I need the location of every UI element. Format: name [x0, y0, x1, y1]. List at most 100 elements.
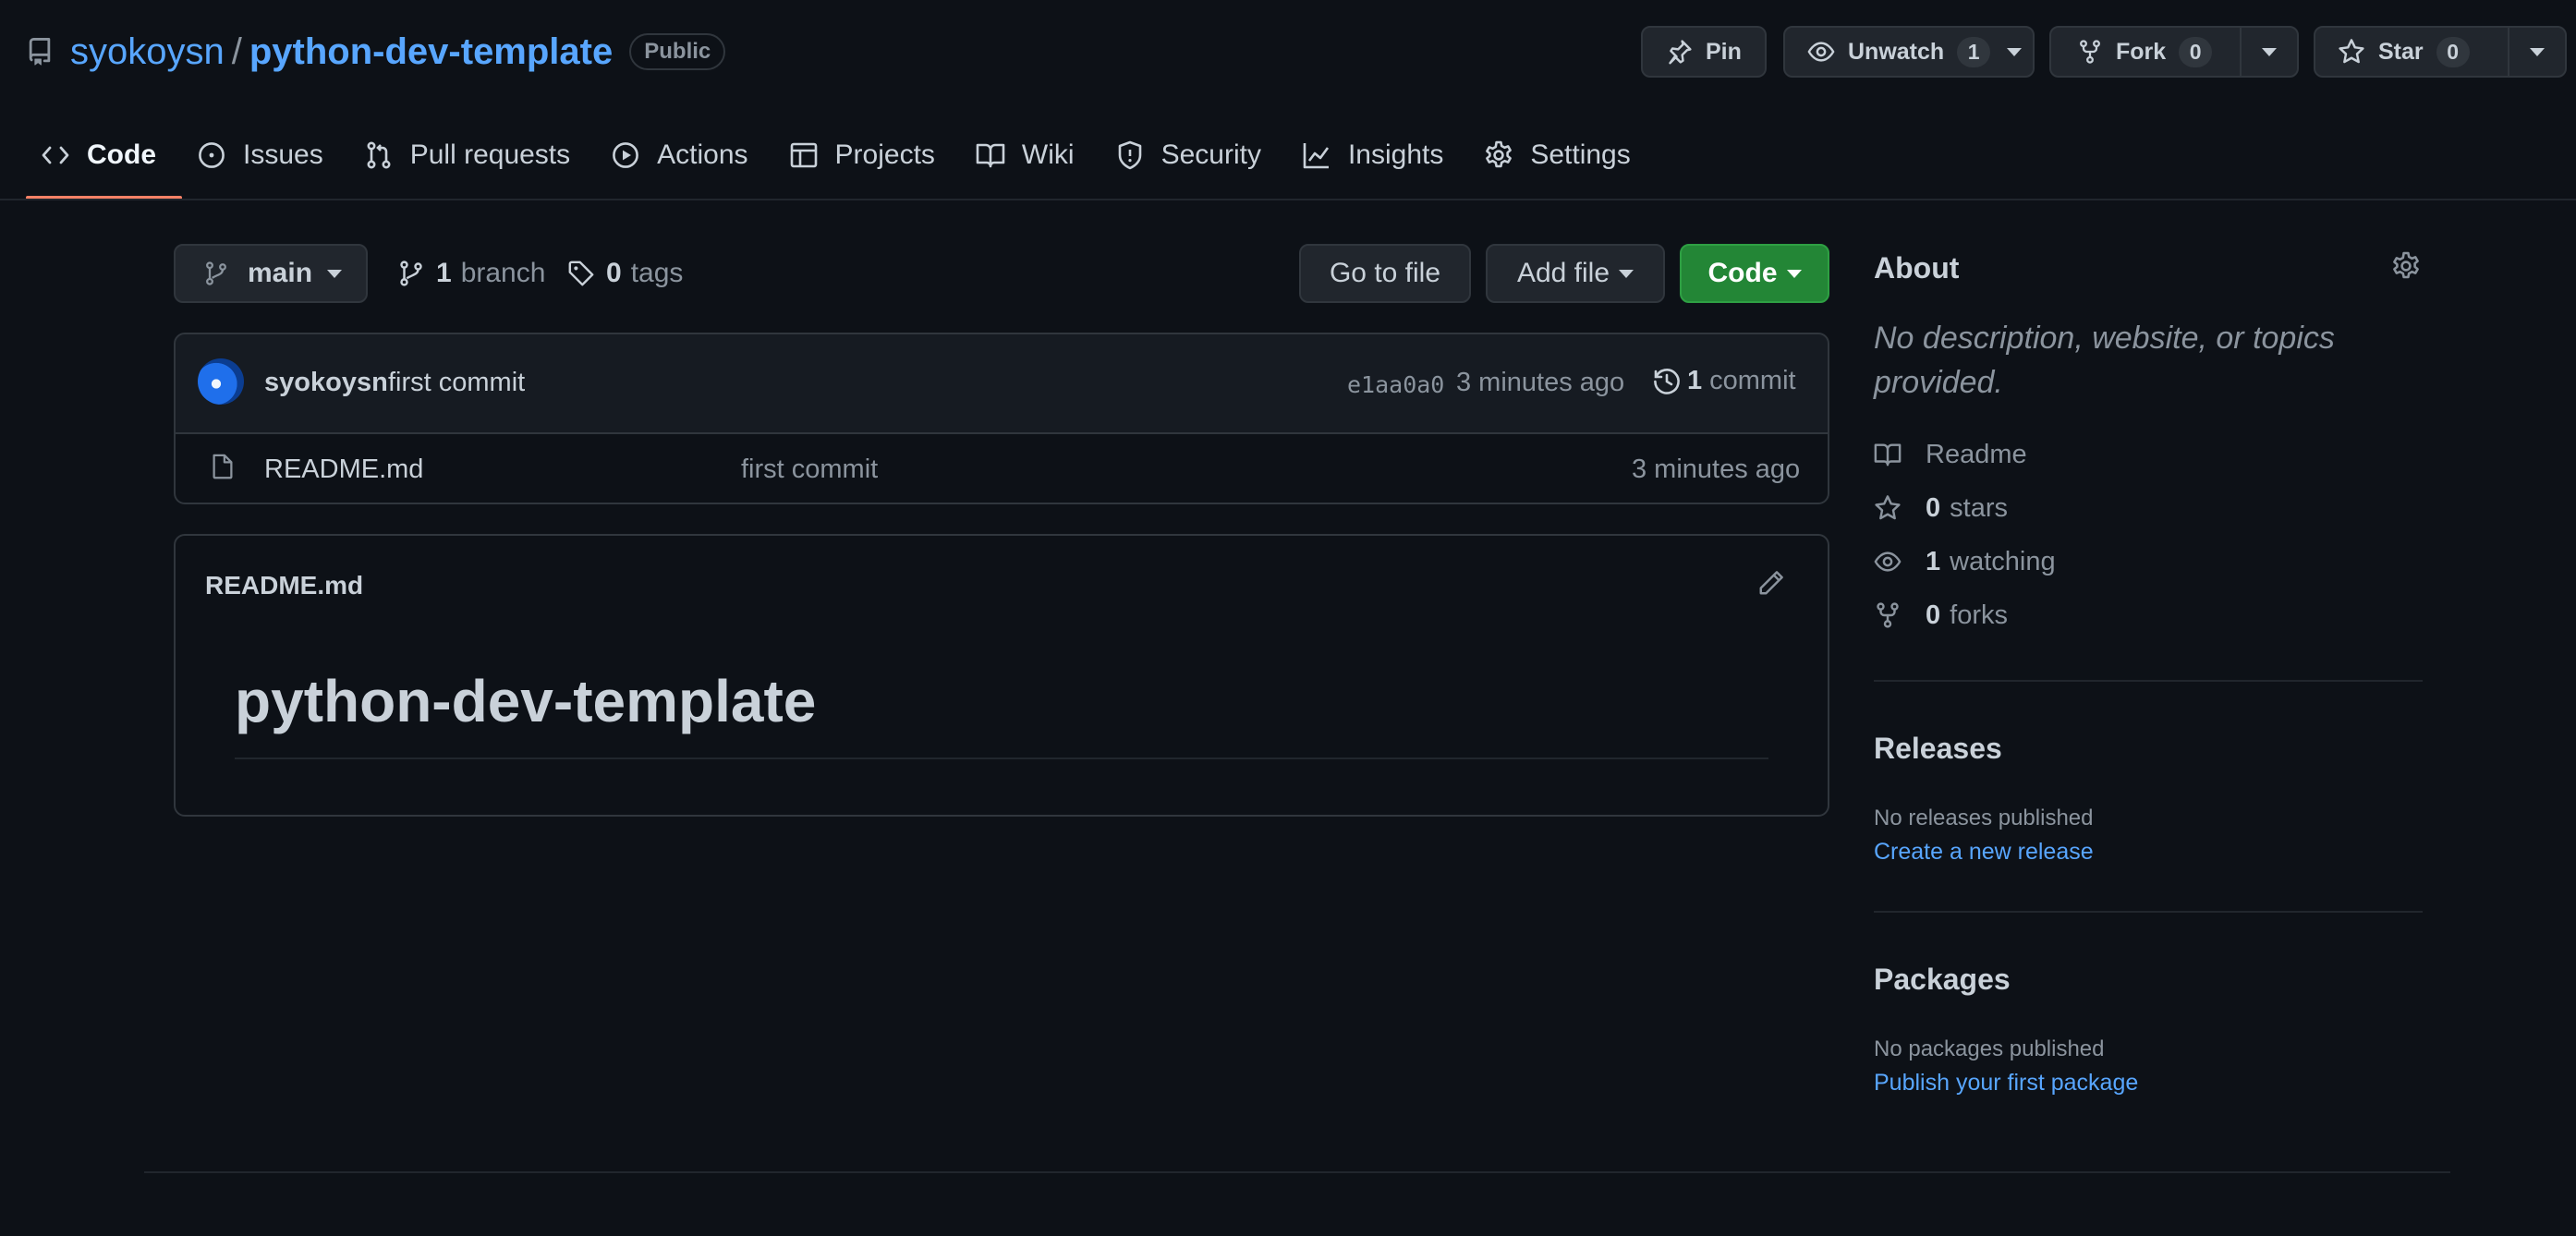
eye-icon	[1807, 42, 1835, 62]
tab-code[interactable]: Code	[26, 122, 182, 200]
tab-label: Pull requests	[409, 139, 571, 170]
go-to-file-button[interactable]: Go to file	[1299, 244, 1471, 303]
file-icon	[213, 454, 233, 479]
star-label: Star	[2378, 38, 2424, 65]
tab-projects[interactable]: Projects	[774, 122, 961, 188]
shield-icon	[1118, 140, 1141, 170]
branch-count: 1	[436, 258, 452, 288]
gear-icon[interactable]	[2391, 251, 2421, 281]
fork-dropdown[interactable]	[2240, 28, 2277, 76]
stars-link[interactable]: 0 stars	[1874, 490, 2008, 527]
readme-link[interactable]: Readme	[1874, 436, 2027, 473]
tag-icon	[568, 261, 594, 286]
forks-link[interactable]: 0 forks	[1874, 597, 2008, 634]
unwatch-button[interactable]: Unwatch 1	[1783, 26, 2035, 78]
fork-icon	[2080, 40, 2100, 64]
commit-history-link[interactable]: 1 commit	[1652, 366, 1796, 396]
readme-divider	[235, 757, 1768, 759]
code-button[interactable]: Code	[1680, 244, 1829, 303]
tab-insights[interactable]: Insights	[1287, 122, 1469, 188]
commit-count: 1	[1687, 366, 1703, 395]
fork-icon	[1877, 602, 1899, 628]
tab-label: Issues	[243, 139, 323, 170]
chevron-down-icon	[327, 269, 343, 278]
forks-count: 0	[1926, 600, 1941, 630]
branch-icon	[400, 261, 422, 286]
commit-sha-link[interactable]: e1aa0a0	[1347, 371, 1444, 398]
watchers-counter: 1	[1957, 36, 1991, 67]
star-dropdown[interactable]	[2508, 28, 2545, 76]
repo-name-link[interactable]: python-dev-template	[249, 31, 613, 73]
releases-empty-text: No releases published	[1874, 806, 2094, 830]
chevron-down-icon[interactable]	[2007, 47, 2023, 56]
pin-button[interactable]: Pin	[1641, 26, 1767, 78]
branch-name: main	[248, 258, 313, 288]
tab-wiki[interactable]: Wiki	[961, 122, 1100, 188]
code-label: Code	[1707, 258, 1778, 288]
tab-pull-requests[interactable]: Pull requests	[349, 122, 596, 188]
branch-select-button[interactable]: main	[174, 244, 368, 303]
footer-divider	[144, 1171, 2450, 1173]
about-description: No description, website, or topics provi…	[1874, 321, 2335, 400]
branches-link[interactable]: 1 branch	[397, 244, 545, 303]
tab-label: Actions	[657, 139, 748, 170]
create-release-link[interactable]: Create a new release	[1874, 839, 2094, 866]
star-icon	[1875, 495, 1901, 520]
book-icon	[1874, 443, 1902, 467]
about-heading: About	[1874, 251, 1960, 285]
star-button-group: Star 0	[2314, 26, 2567, 78]
tab-label: Projects	[834, 139, 935, 170]
history-icon	[1654, 368, 1680, 394]
packages-empty-text: No packages published	[1874, 1036, 2105, 1061]
avatar[interactable]	[198, 358, 244, 405]
fork-label: Fork	[2116, 38, 2167, 65]
readme-panel: README.md python-dev-template	[174, 534, 1829, 817]
watching-link[interactable]: 1 watching	[1874, 543, 2056, 580]
tabs-divider	[0, 199, 2576, 200]
tab-issues[interactable]: Issues	[182, 122, 349, 188]
tab-label: Insights	[1347, 139, 1444, 170]
stars-count: 0	[1926, 492, 1941, 523]
readme-label: Readme	[1926, 439, 2027, 469]
tab-label: Wiki	[1021, 139, 1075, 170]
tag-label: tags	[630, 258, 684, 288]
chevron-down-icon	[1786, 269, 1802, 278]
tags-link[interactable]: 0 tags	[567, 244, 683, 303]
stars-label: stars	[1950, 492, 2008, 523]
tab-label: Settings	[1530, 139, 1631, 170]
readme-filename-link[interactable]: README.md	[205, 571, 363, 600]
code-icon	[42, 146, 69, 164]
repo-owner-link[interactable]: syokoysn	[70, 31, 225, 73]
releases-heading[interactable]: Releases	[1874, 732, 2002, 766]
packages-heading[interactable]: Packages	[1874, 963, 2011, 997]
watching-label: watching	[1950, 546, 2056, 576]
table-row: README.md first commit 3 minutes ago	[174, 432, 1829, 504]
commit-author-link[interactable]: syokoysn	[264, 368, 388, 398]
fork-button-group: Fork 0	[2049, 26, 2299, 78]
tab-label: Security	[1160, 139, 1261, 170]
fork-button[interactable]: Fork 0	[2051, 28, 2240, 76]
latest-commit-bar: syokoysn first commit e1aa0a0 3 minutes …	[174, 333, 1829, 434]
repo-icon	[29, 38, 51, 66]
visibility-badge: Public	[629, 33, 726, 70]
issue-icon	[199, 142, 225, 168]
add-file-button[interactable]: Add file	[1486, 244, 1665, 303]
file-name-link[interactable]: README.md	[264, 454, 423, 485]
chevron-down-icon	[2262, 47, 2277, 56]
repo-header: syokoysn / python-dev-template Public	[26, 26, 726, 78]
file-commit-time: 3 minutes ago	[1632, 454, 1801, 484]
commit-time: 3 minutes ago	[1456, 368, 1625, 397]
eye-icon	[1874, 551, 1902, 572]
pencil-icon[interactable]	[1757, 569, 1785, 597]
tab-security[interactable]: Security	[1100, 122, 1287, 188]
chevron-down-icon	[2530, 47, 2545, 56]
repo-tabs: Code Issues Pull requests Actions Projec…	[26, 122, 1657, 200]
tab-actions[interactable]: Actions	[596, 122, 773, 188]
pin-icon	[1669, 40, 1692, 65]
publish-package-link[interactable]: Publish your first package	[1874, 1070, 2138, 1097]
file-commit-message-link[interactable]: first commit	[741, 454, 878, 485]
table-icon	[790, 142, 817, 168]
tab-settings[interactable]: Settings	[1469, 122, 1656, 188]
commit-message-link[interactable]: first commit	[388, 368, 525, 398]
star-button[interactable]: Star 0	[2315, 28, 2508, 76]
